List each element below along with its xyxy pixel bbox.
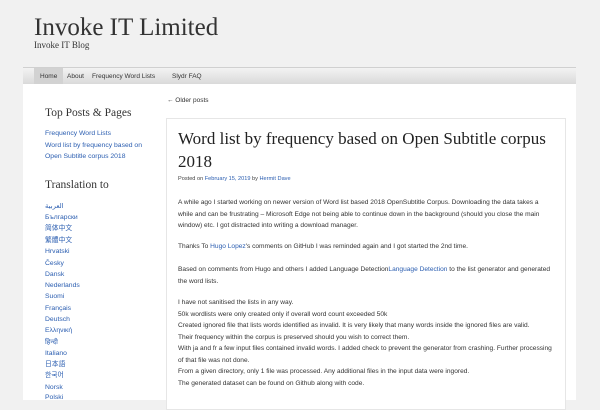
post-line: I have not sanitised the lists in any wa…	[178, 299, 294, 306]
post-title[interactable]: Word list by frequency based on Open Sub…	[178, 127, 548, 173]
posted-on-label: Posted on	[178, 176, 205, 182]
post-paragraph-4: I have not sanitised the lists in any wa…	[178, 297, 553, 389]
post-line: Their frequency within the corpus is pre…	[178, 333, 410, 341]
language-link[interactable]: Italiano	[45, 349, 67, 358]
language-link[interactable]: हिन्दी	[45, 338, 58, 347]
site-description: Invoke IT Blog	[34, 40, 90, 50]
post-line: 50k wordlists were only created only if …	[178, 310, 388, 318]
language-link[interactable]: 简体中文	[45, 224, 72, 233]
language-link[interactable]: Български	[45, 213, 78, 222]
post-paragraph-3: Based on comments from Hugo and others I…	[178, 264, 553, 287]
post-meta: Posted on February 15, 2019 by Hermit Da…	[178, 176, 291, 182]
language-link[interactable]: العربية	[45, 202, 64, 211]
nav-item-slydr-faq[interactable]: Slydr FAQ	[172, 68, 202, 85]
post-line: From a given directory, only 1 file was …	[178, 368, 470, 375]
by-label: by	[250, 176, 260, 182]
post-date-link[interactable]: February 15, 2019	[205, 176, 251, 182]
post-paragraph-2: Thanks To Hugo Lopez's comments on GitHu…	[178, 241, 553, 253]
top-post-link-word-list-cont[interactable]: Open Subtitle corpus 2018	[45, 152, 125, 161]
top-post-link-word-list[interactable]: Word list by frequency based on	[45, 141, 142, 150]
language-link[interactable]: 日本語	[45, 360, 65, 369]
p2-text-after: 's comments on GitHub I was reminded aga…	[245, 243, 468, 250]
post-author-link[interactable]: Hermit Dave	[260, 176, 291, 182]
language-detection-link[interactable]: Language Detection	[388, 266, 447, 273]
language-link[interactable]: Suomi	[45, 292, 64, 301]
post-paragraph-1: A while ago I started working on newer v…	[178, 199, 540, 229]
language-link[interactable]: 한국어	[45, 371, 64, 380]
language-link[interactable]: Česky	[45, 259, 64, 268]
nav-item-home[interactable]: Home	[34, 68, 64, 85]
post-line: Created ignored file that lists words id…	[178, 322, 530, 329]
top-posts-heading: Top Posts & Pages	[45, 107, 132, 119]
language-link[interactable]: Norsk	[45, 383, 63, 392]
p2-text-before: Thanks To	[178, 243, 211, 250]
language-link[interactable]: Deutsch	[45, 315, 70, 324]
top-post-link-frequency-word-lists[interactable]: Frequency Word Lists	[45, 129, 111, 138]
nav-item-about[interactable]: About	[67, 68, 84, 85]
language-link[interactable]: Polski	[45, 393, 63, 402]
language-link[interactable]: Dansk	[45, 270, 64, 279]
older-posts-link[interactable]: ← Older posts	[167, 97, 209, 104]
language-link[interactable]: Ελληνική	[45, 326, 72, 335]
p3-text-before: Based on comments from Hugo and others I…	[178, 266, 389, 273]
language-link[interactable]: Nederlands	[45, 281, 80, 290]
hugo-lopez-link[interactable]: Hugo Lopez	[210, 243, 246, 250]
post-line: The generated dataset can be found on Gi…	[178, 379, 365, 387]
language-link[interactable]: Français	[45, 304, 71, 313]
site-title[interactable]: Invoke IT Limited	[34, 13, 218, 43]
post-line: With ja and fr a few input files contain…	[178, 345, 552, 364]
nav-item-frequency-word-lists[interactable]: Frequency Word Lists	[92, 68, 155, 85]
language-link[interactable]: 繁體中文	[45, 236, 72, 245]
translation-heading: Translation to	[45, 179, 109, 191]
language-link[interactable]: Hrvatski	[45, 247, 70, 256]
